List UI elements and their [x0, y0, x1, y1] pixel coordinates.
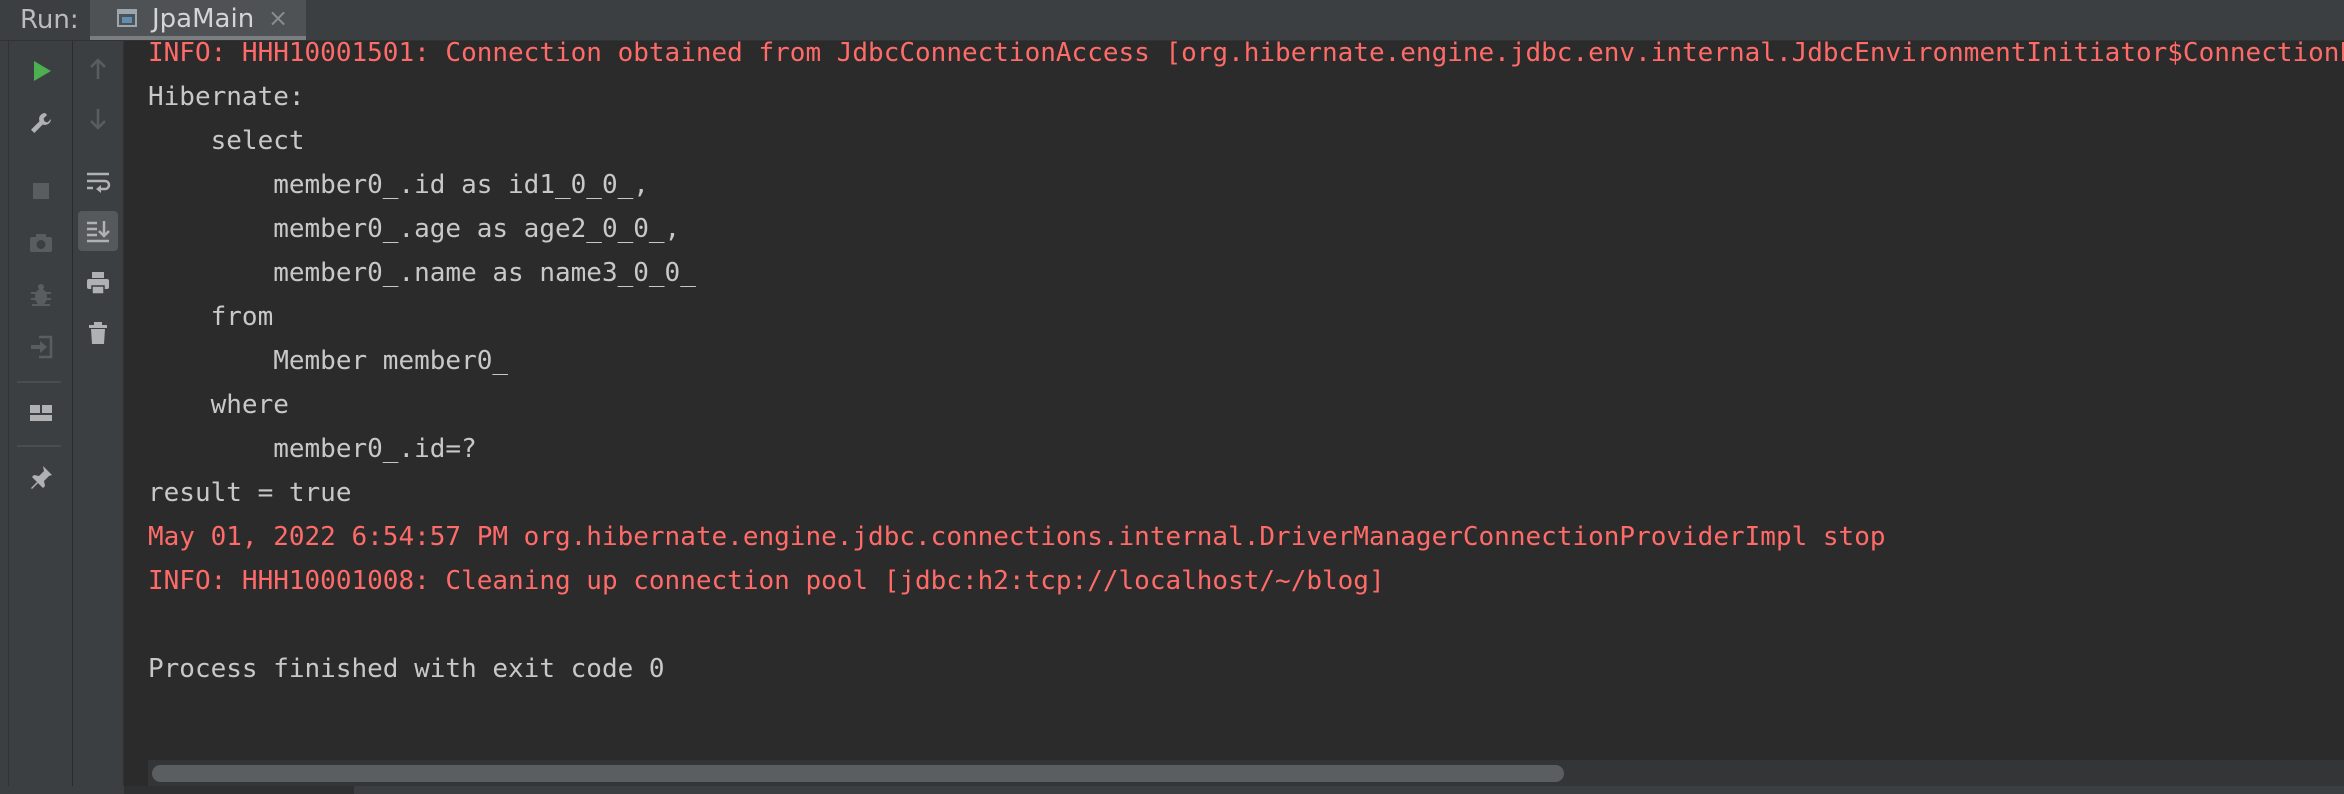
console-line: Hibernate:: [148, 82, 321, 112]
horizontal-scrollbar[interactable]: [148, 760, 2344, 786]
console-line: Process finished with exit code 0: [148, 654, 665, 684]
scrollbar-thumb[interactable]: [152, 765, 1564, 782]
wrench-icon[interactable]: [21, 103, 61, 143]
bottom-strip-mark: [124, 786, 354, 794]
console-output[interactable]: INFO: HHH10001501: Connection obtained f…: [124, 41, 2344, 759]
layout-icon[interactable]: [21, 393, 61, 433]
stop-icon[interactable]: [21, 171, 61, 211]
console-line-error: May 01, 2022 6:54:57 PM org.hibernate.en…: [148, 522, 1886, 552]
run-tab-bar: Run: JpaMain ×: [0, 0, 2344, 41]
console-line: member0_.name as name3_0_0_: [148, 258, 712, 288]
camera-icon[interactable]: [21, 223, 61, 263]
left-edge-strip: [0, 41, 9, 794]
toolbar-separator: [17, 445, 61, 447]
arrow-up-icon[interactable]: [78, 49, 118, 89]
close-icon[interactable]: ×: [268, 4, 288, 32]
tab-label: JpaMain: [152, 4, 255, 34]
bottom-strip: [0, 786, 2344, 794]
debug-bug-icon[interactable]: [21, 275, 61, 315]
console-line: member0_.age as age2_0_0_,: [148, 214, 681, 244]
print-icon[interactable]: [78, 263, 118, 303]
console-line: where: [148, 390, 289, 420]
arrow-down-icon[interactable]: [78, 99, 118, 139]
pin-icon[interactable]: [21, 457, 61, 497]
login-icon[interactable]: [21, 327, 61, 367]
console-line: member0_.id=?: [148, 434, 477, 464]
console-line-error: INFO: HHH10001008: Cleaning up connectio…: [148, 566, 1385, 596]
console-line: select: [148, 126, 305, 156]
rerun-icon[interactable]: [21, 51, 61, 91]
console-line: member0_.id as id1_0_0_,: [148, 170, 649, 200]
console-line: result = true: [148, 478, 352, 508]
tab-jpamain[interactable]: JpaMain ×: [90, 0, 306, 40]
trash-icon[interactable]: [78, 313, 118, 353]
run-config-icon: [116, 7, 138, 29]
scroll-to-end-icon[interactable]: [78, 211, 118, 251]
toolbar-separator: [17, 381, 61, 383]
console-line: Member member0_: [148, 346, 524, 376]
console-line: from: [148, 302, 274, 332]
run-toolbar-primary: [9, 41, 73, 794]
console-line-error: INFO: HHH10001501: Connection obtained f…: [148, 41, 2344, 68]
run-label: Run:: [20, 5, 79, 35]
soft-wrap-icon[interactable]: [78, 161, 118, 201]
run-toolbar-secondary: [73, 41, 124, 794]
